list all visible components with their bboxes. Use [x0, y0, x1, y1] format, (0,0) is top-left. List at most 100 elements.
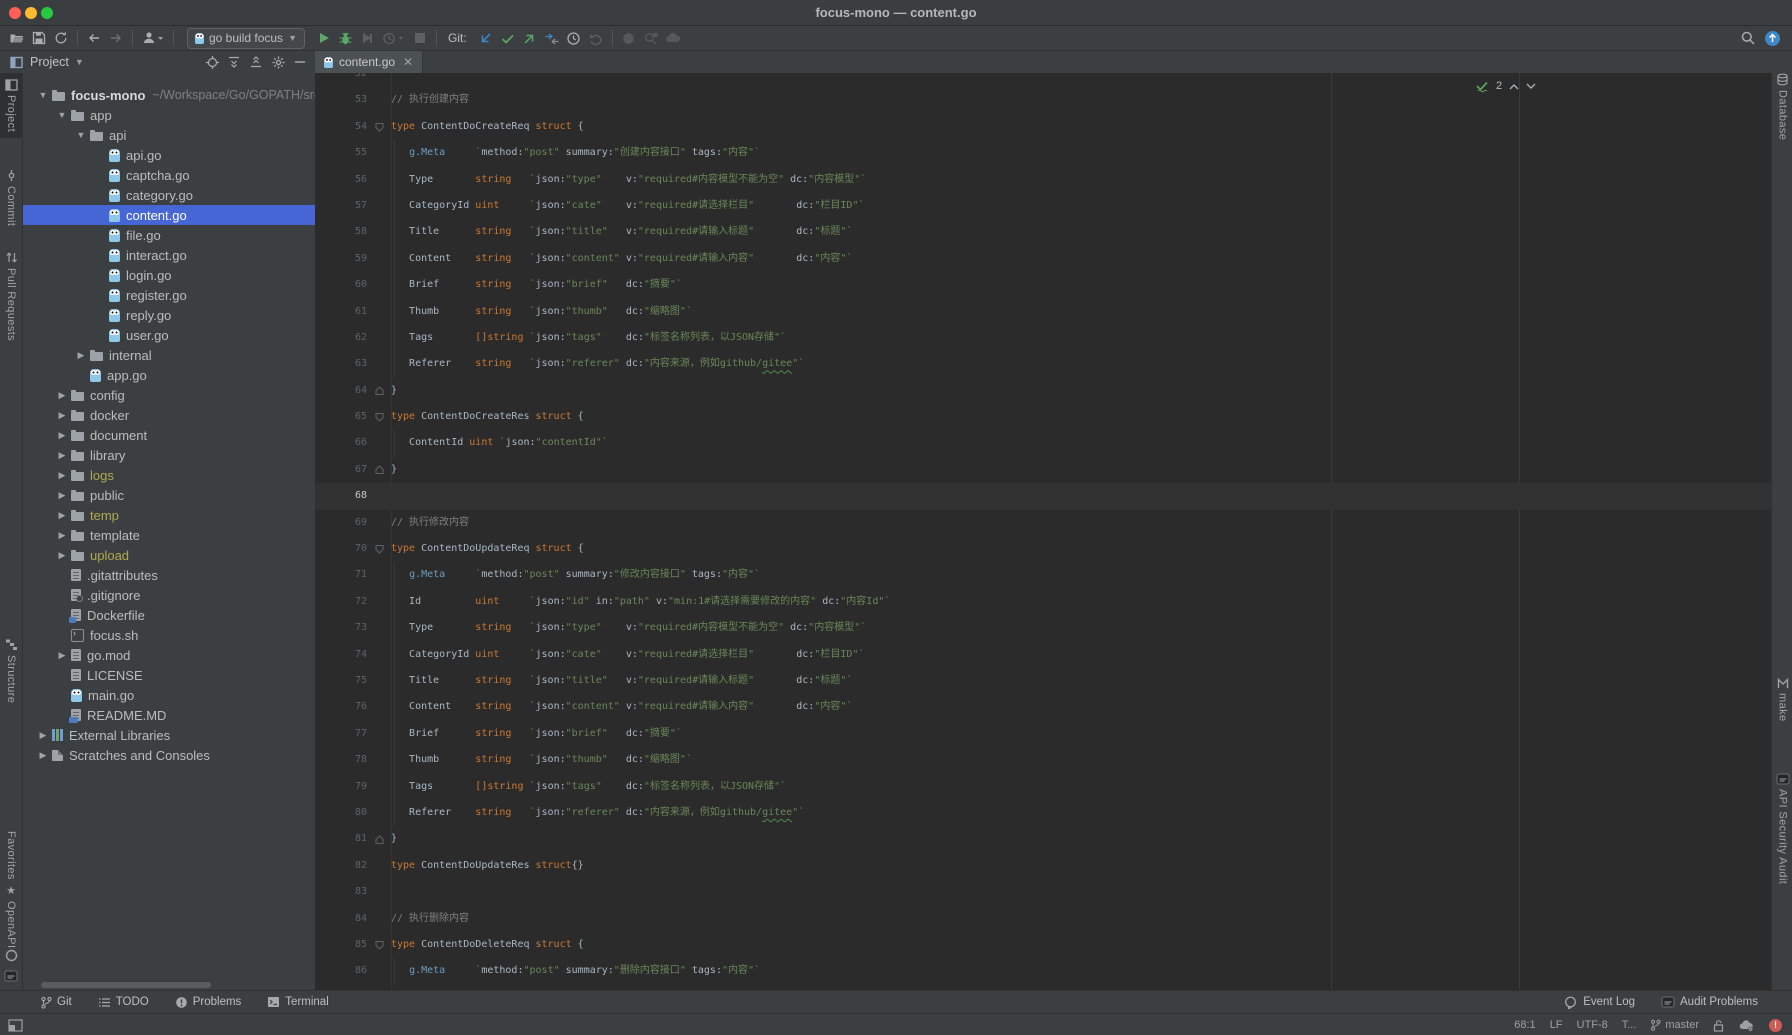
tree-item-captcha.go[interactable]: captcha.go: [23, 165, 315, 185]
inspections-widget[interactable]: 2: [1475, 79, 1536, 93]
line-number[interactable]: 57: [315, 193, 367, 219]
fold-marker-icon[interactable]: [367, 457, 391, 483]
toolwindow-terminal[interactable]: Terminal: [267, 996, 328, 1008]
line-number[interactable]: 62: [315, 325, 367, 351]
code-line-83[interactable]: 83: [315, 879, 1771, 905]
tree-item-temp[interactable]: ▶temp: [23, 505, 315, 525]
line-number[interactable]: 61: [315, 299, 367, 325]
tree-item-reply.go[interactable]: reply.go: [23, 305, 315, 325]
line-separator[interactable]: LF: [1550, 1019, 1563, 1031]
chevron-right-icon[interactable]: ▶: [53, 650, 71, 661]
api-badge-icon[interactable]: [0, 970, 22, 982]
line-number[interactable]: 65: [315, 404, 367, 430]
next-problem-icon[interactable]: [1526, 83, 1536, 90]
profiler-button[interactable]: [379, 28, 409, 48]
code-line-70[interactable]: 70type ContentDoUpdateReq struct {: [315, 536, 1771, 562]
code-line-86[interactable]: 86 g.Meta `method:"post" summary:"删除内容接口…: [315, 958, 1771, 984]
toolwindow-audit-problems[interactable]: Audit Problems: [1661, 996, 1758, 1008]
line-number[interactable]: 60: [315, 272, 367, 298]
run-configuration-select[interactable]: go build focus ▼: [187, 28, 305, 49]
tree-item-focus-mono[interactable]: ▼focus-mono~/Workspace/Go/GOPATH/src/git…: [23, 85, 315, 105]
horizontal-scrollbar[interactable]: [41, 982, 211, 988]
line-number[interactable]: 70: [315, 536, 367, 562]
line-number[interactable]: 63: [315, 351, 367, 377]
code-line-61[interactable]: 61 Thumb string `json:"thumb" dc:"缩略图"`: [315, 299, 1771, 325]
run-button[interactable]: [313, 28, 335, 48]
line-number[interactable]: 59: [315, 246, 367, 272]
tree-item-config[interactable]: ▶config: [23, 385, 315, 405]
line-number[interactable]: 85: [315, 932, 367, 958]
tree-item-main.go[interactable]: main.go: [23, 685, 315, 705]
code-line-65[interactable]: 65type ContentDoCreateRes struct {: [315, 404, 1771, 430]
chevron-right-icon[interactable]: ▶: [53, 510, 71, 521]
fold-marker-icon[interactable]: [367, 932, 391, 958]
code-line-63[interactable]: 63 Referer string `json:"referer" dc:"内容…: [315, 351, 1771, 377]
code-line-67[interactable]: 67}: [315, 457, 1771, 483]
tree-item-Scratches and Consoles[interactable]: ▶Scratches and Consoles: [23, 745, 315, 765]
cloud-settings-icon[interactable]: [1738, 1019, 1755, 1032]
code-line-56[interactable]: 56 Type string `json:"type" v:"required#…: [315, 167, 1771, 193]
tree-item-user.go[interactable]: user.go: [23, 325, 315, 345]
forward-icon[interactable]: [105, 28, 127, 48]
ide-update-icon[interactable]: [1765, 31, 1780, 46]
git-branch-widget[interactable]: master: [1650, 1019, 1699, 1031]
git-merge-icon[interactable]: [541, 28, 563, 48]
tree-item-internal[interactable]: ▶internal: [23, 345, 315, 365]
fold-marker-icon[interactable]: [367, 404, 391, 430]
chevron-right-icon[interactable]: ▶: [34, 750, 52, 761]
tree-item-login.go[interactable]: login.go: [23, 265, 315, 285]
line-number[interactable]: 67: [315, 457, 367, 483]
tree-item-.gitattributes[interactable]: .gitattributes: [23, 565, 315, 585]
chevron-down-icon[interactable]: ▼: [72, 130, 90, 140]
code-line-76[interactable]: 76 Content string `json:"content" v:"req…: [315, 694, 1771, 720]
line-number[interactable]: 82: [315, 853, 367, 879]
sidebar-item-favorites[interactable]: Favorites ★: [0, 831, 22, 897]
tree-item-library[interactable]: ▶library: [23, 445, 315, 465]
tree-item-docker[interactable]: ▶docker: [23, 405, 315, 425]
sidebar-item-openapi[interactable]: OpenAPI: [0, 901, 22, 948]
code-line-85[interactable]: 85type ContentDoDeleteReq struct {: [315, 932, 1771, 958]
project-panel-title[interactable]: Project: [30, 55, 69, 69]
line-number[interactable]: 52: [315, 73, 367, 87]
tree-item-app[interactable]: ▼app: [23, 105, 315, 125]
code-line-60[interactable]: 60 Brief string `json:"brief" dc:"摘要"`: [315, 272, 1771, 298]
line-number[interactable]: 69: [315, 510, 367, 536]
chevron-right-icon[interactable]: ▶: [34, 730, 52, 741]
tree-item-README.MD[interactable]: README.MD: [23, 705, 315, 725]
tree-item-LICENSE[interactable]: LICENSE: [23, 665, 315, 685]
prev-problem-icon[interactable]: [1509, 83, 1519, 90]
close-tab-icon[interactable]: ✕: [403, 55, 413, 69]
line-number[interactable]: 76: [315, 694, 367, 720]
save-all-icon[interactable]: [28, 28, 50, 48]
chevron-right-icon[interactable]: ▶: [53, 470, 71, 481]
sidebar-item-api-security-audit[interactable]: API Security Audit: [1772, 773, 1792, 884]
chevron-down-icon[interactable]: ▼: [75, 57, 84, 67]
tree-item-public[interactable]: ▶public: [23, 485, 315, 505]
tree-item-category.go[interactable]: category.go: [23, 185, 315, 205]
tree-item-logs[interactable]: ▶logs: [23, 465, 315, 485]
collapse-all-icon[interactable]: [245, 52, 267, 72]
fold-marker-icon[interactable]: [367, 114, 391, 140]
toolwindow-problems[interactable]: Problems: [175, 996, 242, 1009]
line-number[interactable]: 80: [315, 800, 367, 826]
cloud-icon[interactable]: [662, 28, 684, 48]
tree-item-file.go[interactable]: file.go: [23, 225, 315, 245]
code-line-59[interactable]: 59 Content string `json:"content" v:"req…: [315, 246, 1771, 272]
chevron-right-icon[interactable]: ▶: [53, 390, 71, 401]
indent-style[interactable]: T...: [1622, 1019, 1637, 1031]
code-line-53[interactable]: 53// 执行创建内容: [315, 87, 1771, 113]
toolwindow-git[interactable]: Git: [40, 996, 72, 1009]
line-number[interactable]: 84: [315, 906, 367, 932]
line-number[interactable]: 58: [315, 219, 367, 245]
search-structurally-icon[interactable]: [640, 28, 662, 48]
line-number[interactable]: 79: [315, 774, 367, 800]
expand-all-icon[interactable]: [223, 52, 245, 72]
tree-item-upload[interactable]: ▶upload: [23, 545, 315, 565]
tree-item-document[interactable]: ▶document: [23, 425, 315, 445]
code-line-73[interactable]: 73 Type string `json:"type" v:"required#…: [315, 615, 1771, 641]
tree-item-register.go[interactable]: register.go: [23, 285, 315, 305]
error-notification-badge[interactable]: !: [1769, 1019, 1782, 1032]
line-number[interactable]: 54: [315, 114, 367, 140]
chevron-right-icon[interactable]: ▶: [72, 350, 90, 361]
chevron-down-icon[interactable]: ▼: [53, 110, 71, 120]
